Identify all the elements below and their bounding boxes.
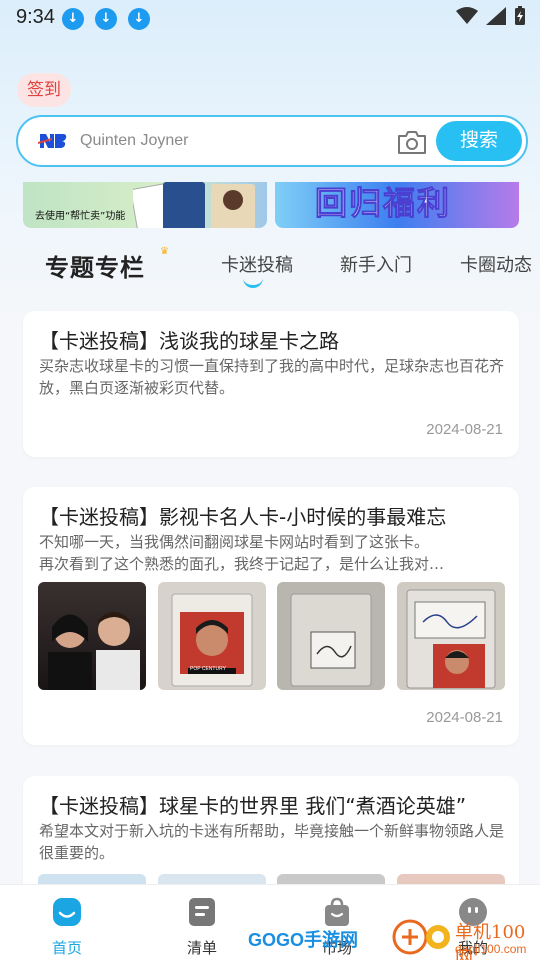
article-thumbnail[interactable] (38, 582, 146, 690)
home-icon (53, 898, 81, 926)
list-icon (189, 898, 215, 926)
status-time: 9:34 (16, 6, 55, 28)
nav-list-label: 清单 (186, 939, 217, 957)
search-bar: 搜索 (16, 115, 528, 167)
nav-list[interactable]: 清单 (162, 897, 242, 958)
nav-home[interactable]: 首页 (27, 897, 107, 958)
signin-button[interactable]: 签到 (17, 73, 71, 107)
promo-banner-right[interactable]: 回归福利 (275, 182, 519, 228)
app-logo-icon (38, 134, 67, 148)
status-bar: 9:34 ↓ ↓ ↓ (0, 0, 540, 40)
download-icon: ↓ (128, 8, 150, 30)
graded-card-image (171, 593, 253, 687)
banner-right-text: 回归福利 (314, 184, 452, 223)
article-title: 【卡迷投稿】球星卡的世界里 我们“煮酒论英雄” (39, 794, 467, 818)
article-thumbnail[interactable] (277, 582, 385, 690)
article-desc-line1: 不知哪一天，当我偶然间翻阅球星卡网站时看到了这张卡。 (39, 533, 430, 551)
battery-icon (515, 6, 525, 25)
download-icon: ↓ (62, 8, 84, 30)
article-thumbnail[interactable]: POP CENTURY (158, 582, 266, 690)
crown-icon: ♛ (160, 246, 169, 257)
tab-indicator (243, 278, 263, 288)
article-desc: 买杂志收球星卡的习惯一直保持到了我的高中时代，足球杂志也百花齐放，黑白页逐渐被彩… (39, 357, 505, 397)
tab-news[interactable]: 卡圈动态 (460, 251, 532, 277)
tab-beginners[interactable]: 新手入门 (340, 251, 412, 277)
wifi-icon (456, 7, 478, 24)
shopping-bag-icon (325, 897, 349, 926)
article-title: 【卡迷投稿】浅谈我的球星卡之路 (39, 329, 339, 353)
article-date: 2024-08-21 (426, 421, 503, 438)
article-card[interactable]: 【卡迷投稿】浅谈我的球星卡之路 买杂志收球星卡的习惯一直保持到了我的高中时代，足… (23, 311, 519, 457)
article-title: 【卡迷投稿】影视卡名人卡-小时候的事最难忘 (39, 505, 447, 529)
watermark-logo-icon (392, 919, 450, 955)
promo-banner-left[interactable]: 去使用“帮忙卖”功能 (23, 182, 267, 228)
photo-people-image (48, 612, 140, 690)
search-button[interactable]: 搜索 (436, 121, 522, 161)
camera-icon[interactable] (396, 128, 428, 156)
signal-icon (486, 7, 506, 25)
article-card[interactable]: 【卡迷投稿】球星卡的世界里 我们“煮酒论英雄” 希望本文对于新入坑的卡迷有所帮助… (23, 776, 519, 896)
trading-cards-image (133, 182, 255, 228)
download-icon: ↓ (95, 8, 117, 30)
system-icons (456, 6, 526, 26)
article-thumbnail[interactable] (397, 582, 505, 690)
watermark-gogo: GOGO手游网 (248, 930, 359, 950)
topic-tabs: 专题专栏 ♛ 卡迷投稿 新手入门 卡圈动态 (0, 240, 540, 290)
article-card[interactable]: 【卡迷投稿】影视卡名人卡-小时候的事最难忘 不知哪一天，当我偶然间翻阅球星卡网站… (23, 487, 519, 745)
article-date: 2024-08-21 (426, 709, 503, 726)
nav-home-label: 首页 (51, 939, 82, 957)
tabs-title: 专题专栏 (45, 254, 145, 282)
watermark-danji-url: danji100.com (455, 942, 527, 956)
article-desc: 希望本文对于新入坑的卡迷有所帮助，毕竟接触一个新鲜事物领路人是很重要的。 (39, 822, 505, 862)
search-input[interactable] (80, 127, 380, 155)
tab-submissions[interactable]: 卡迷投稿 (221, 251, 293, 277)
autograph-card-image (406, 589, 496, 689)
autograph-card-image (290, 593, 372, 687)
banner-left-text: 去使用“帮忙卖”功能 (35, 211, 126, 222)
card-label: POP CENTURY (190, 666, 226, 672)
article-desc-line2: 再次看到了这个熟悉的面孔，我终于记起了，是什么让我对… (39, 555, 445, 573)
